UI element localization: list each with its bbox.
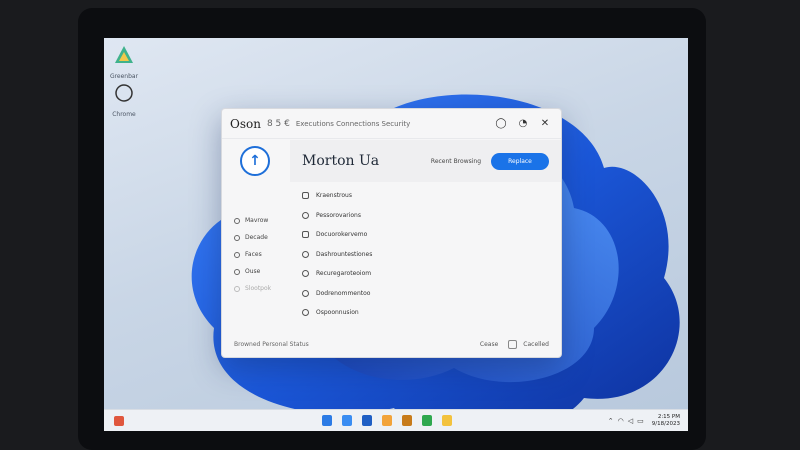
- widgets-icon[interactable]: [114, 415, 124, 426]
- sidebar-item-ouse[interactable]: Ouse: [234, 263, 271, 280]
- list-item-label: Dashrountestiones: [316, 250, 373, 258]
- folder-icon[interactable]: [382, 415, 392, 426]
- battery-icon[interactable]: ▭: [637, 417, 644, 425]
- volume-icon[interactable]: ◁: [628, 417, 633, 425]
- window-footer: Browned Personal Status Cease Cacelled: [222, 331, 561, 357]
- chevron-up-icon[interactable]: ⌃: [608, 417, 614, 425]
- search-icon[interactable]: [342, 415, 352, 426]
- sidebar-item-label: Slootpok: [245, 285, 272, 292]
- user-icon: [302, 309, 309, 317]
- footer-right-link[interactable]: Cacelled: [523, 341, 549, 348]
- list-item-label: Kraenstrous: [316, 192, 352, 200]
- system-tray: ⌃ ◠ ◁ ▭ 2:15 PM 9/18/2023: [608, 414, 680, 427]
- desktop-icon-greenbar[interactable]: Greenbar: [104, 44, 144, 80]
- sidebar-item-faces[interactable]: Faces: [234, 246, 271, 263]
- close-icon[interactable]: ✕: [537, 116, 553, 132]
- help-icon[interactable]: ◯: [493, 116, 509, 132]
- app-icon[interactable]: [422, 415, 432, 426]
- sidebar-item-label: Decade: [245, 234, 268, 241]
- start-icon[interactable]: [322, 415, 332, 426]
- window-titlebar: Oson 8 5 € Executions Connections Securi…: [222, 109, 561, 139]
- list-item[interactable]: Pessorovarions: [302, 206, 549, 226]
- clock-time: 2:15 PM: [657, 413, 680, 420]
- document-icon: [302, 231, 309, 239]
- footer-status: Browned Personal Status: [234, 340, 309, 348]
- nav-icon: [234, 234, 240, 241]
- explorer-icon[interactable]: [362, 415, 372, 426]
- app-window: Oson 8 5 € Executions Connections Securi…: [221, 108, 562, 358]
- breadcrumb[interactable]: Executions Connections Security: [296, 120, 410, 128]
- window-title: Oson: [230, 116, 261, 131]
- document-icon: [302, 192, 309, 200]
- desktop-icon-chrome[interactable]: Chrome: [104, 82, 144, 118]
- title-glyphs: 8 5 €: [266, 118, 290, 129]
- primary-button[interactable]: Replace: [491, 152, 549, 170]
- sidebar-nav: Mavrow Decade Faces Ouse Slootpok: [234, 212, 271, 297]
- app-logo-icon: ↑: [240, 146, 270, 176]
- circle-app-icon: [115, 84, 133, 102]
- taskbar: ⌃ ◠ ◁ ▭ 2:15 PM 9/18/2023: [104, 409, 688, 431]
- wifi-icon[interactable]: ◠: [618, 417, 624, 425]
- main-panel: Morton Ua Recent Browsing Replace Kraens…: [290, 140, 561, 357]
- page-title: Morton Ua: [302, 153, 380, 169]
- list-item-label: Ospoonnusion: [316, 309, 359, 317]
- main-header: Morton Ua Recent Browsing Replace: [290, 140, 561, 182]
- nav-icon: [234, 217, 240, 224]
- sidebar-item-mavrow[interactable]: Mavrow: [234, 212, 271, 229]
- list-item[interactable]: Recuregaroteoiom: [302, 264, 549, 284]
- sidebar-item-label: Ouse: [245, 268, 261, 275]
- sidebar: ↑ Mavrow Decade Faces Ouse Slootpok: [222, 140, 290, 357]
- settings-icon: [302, 211, 309, 219]
- list-item[interactable]: Docuorokervemo: [302, 225, 549, 245]
- list-item-label: Dodrenommentoo: [316, 289, 371, 297]
- account-icon[interactable]: ◔: [515, 116, 531, 132]
- sidebar-item-label: Faces: [245, 251, 262, 258]
- list-item[interactable]: Dodrenommentoo: [302, 284, 549, 304]
- footer-link[interactable]: Cease: [480, 341, 498, 348]
- store-icon[interactable]: [402, 415, 412, 426]
- triangle-app-icon: [115, 46, 133, 63]
- sidebar-item-slootpok[interactable]: Slootpok: [234, 280, 271, 297]
- chat-icon[interactable]: [508, 339, 518, 349]
- list-item-label: Pessorovarions: [316, 211, 361, 219]
- nav-icon: [234, 285, 240, 292]
- clock[interactable]: 2:15 PM 9/18/2023: [652, 414, 680, 427]
- nav-icon: [234, 268, 240, 275]
- notes-icon[interactable]: [442, 415, 452, 426]
- list-item[interactable]: Dashrountestiones: [302, 245, 549, 265]
- list-item-label: Recuregaroteoiom: [316, 270, 372, 278]
- clock-icon: [302, 270, 309, 278]
- globe-icon: [302, 289, 309, 297]
- taskbar-apps: [322, 415, 462, 426]
- list-item[interactable]: Kraenstrous: [302, 186, 549, 206]
- list-item-label: Docuorokervemo: [316, 231, 368, 239]
- sidebar-item-decade[interactable]: Decade: [234, 229, 271, 246]
- sidebar-item-label: Mavrow: [245, 217, 269, 224]
- shield-icon: [302, 250, 309, 258]
- list-item[interactable]: Ospoonnusion: [302, 303, 549, 323]
- clock-date: 9/18/2023: [651, 420, 680, 427]
- item-list: Kraenstrous Pessorovarions Docuorokervem…: [290, 182, 561, 327]
- header-link[interactable]: Recent Browsing: [431, 158, 481, 165]
- desktop-screen: Greenbar Chrome Oson 8 5 € Executions Co…: [104, 38, 688, 431]
- nav-icon: [234, 251, 240, 258]
